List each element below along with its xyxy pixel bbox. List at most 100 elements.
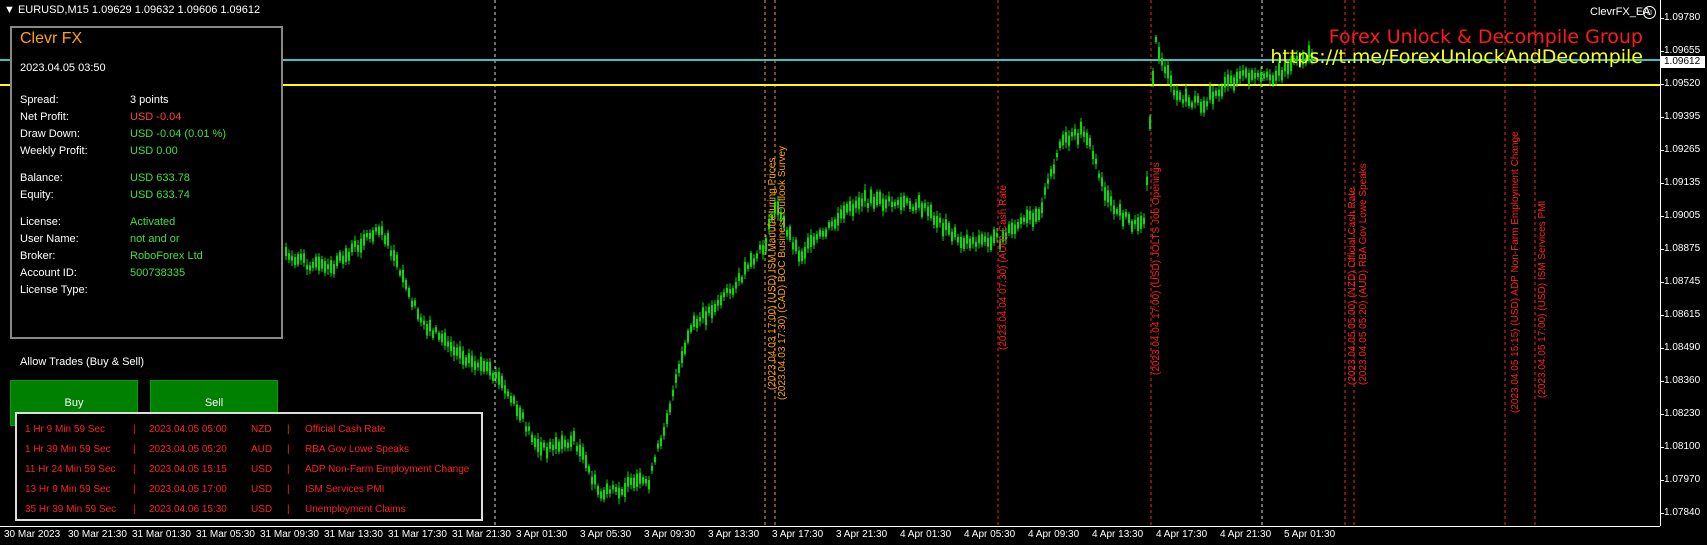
candle-body <box>1137 217 1139 232</box>
candle-body <box>678 364 680 373</box>
candle-body <box>972 236 974 244</box>
event-marker-label: (2023.04.05 17:00) (USD) ISM Services PM… <box>1537 200 1548 398</box>
news-event: ADP Non-Farm Employment Change <box>305 464 470 475</box>
candle-body <box>1122 212 1124 227</box>
candle-body <box>1188 97 1190 106</box>
candle-body <box>324 260 326 273</box>
candle-body <box>1080 121 1082 135</box>
candle-body <box>435 327 437 333</box>
candle-body <box>1140 215 1142 229</box>
candle-body <box>516 404 518 416</box>
candle-body <box>1056 153 1058 158</box>
candle-body <box>633 477 635 488</box>
candle-body <box>1179 92 1181 101</box>
candle-body <box>1152 70 1154 85</box>
promo-link[interactable]: https://t.me/ForexUnlockAndDecompile <box>1270 46 1643 68</box>
candle-body <box>591 476 593 485</box>
panel-row-value: USD -0.04 (0.01 %) <box>130 128 226 140</box>
candle-body <box>873 196 875 209</box>
candle-body <box>360 238 362 253</box>
candle-body <box>495 372 497 379</box>
candle-body <box>528 426 530 431</box>
candle-body <box>1149 116 1151 130</box>
news-countdown: 35 Hr 39 Min 59 Sec <box>25 504 117 515</box>
candle-body <box>339 252 341 261</box>
candle-body <box>936 215 938 228</box>
candle-body <box>801 251 803 262</box>
candle-body <box>597 486 599 495</box>
candle-body <box>1239 71 1241 79</box>
candle-body <box>654 456 656 463</box>
candle-body <box>699 317 701 322</box>
panel-row-label: License Type: <box>20 284 88 296</box>
candle-body <box>627 476 629 487</box>
candle-body <box>897 199 899 206</box>
price-label: 1.09005 <box>1664 210 1701 221</box>
candle-body <box>1218 89 1220 97</box>
candle-body <box>1035 208 1037 222</box>
candle-body <box>645 478 647 484</box>
candle-body <box>1185 88 1187 102</box>
candle-body <box>954 227 956 238</box>
candle-body <box>540 442 542 456</box>
candle-body <box>366 233 368 238</box>
time-label: 31 Mar 21:30 <box>452 529 511 540</box>
candle-body <box>309 265 311 271</box>
candle-body <box>1134 219 1136 225</box>
candle-body <box>450 342 452 352</box>
candle-body <box>513 396 515 404</box>
news-event: ISM Services PMI <box>305 484 385 495</box>
candle-body <box>876 191 878 206</box>
symbol-quote: EURUSD,M15 1.09629 1.09632 1.09606 1.096… <box>17 4 261 16</box>
news-event: RBA Gov Lowe Speaks <box>305 444 409 455</box>
candle-body <box>399 270 401 276</box>
candle-body <box>1011 222 1013 235</box>
news-time: 2023.04.06 15:30 <box>149 504 227 515</box>
candle-body <box>843 205 845 219</box>
candle-body <box>957 236 959 243</box>
price-label: 1.08490 <box>1664 342 1701 353</box>
candle-body <box>945 219 947 230</box>
time-label: 31 Mar 05:30 <box>196 529 255 540</box>
candle-body <box>468 353 470 363</box>
ea-name[interactable]: ClevrFX_EA <box>1590 6 1651 18</box>
candle-body <box>1050 168 1052 177</box>
candle-body <box>693 315 695 327</box>
candle-body <box>471 355 473 368</box>
candle-body <box>1248 72 1250 86</box>
candle-body <box>558 441 560 452</box>
candle-body <box>942 223 944 237</box>
candle-body <box>432 330 434 339</box>
candle-body <box>357 245 359 252</box>
candle-body <box>759 244 761 250</box>
candle-body <box>552 444 554 451</box>
ea-smiley-icon[interactable]: ☺ <box>1643 6 1656 19</box>
candle-body <box>702 307 704 319</box>
candle-body <box>1065 132 1067 143</box>
time-label: 31 Mar 01:30 <box>132 529 191 540</box>
candle-body <box>294 257 296 266</box>
candle-body <box>750 252 752 267</box>
candle-body <box>855 200 857 209</box>
candle-body <box>753 258 755 265</box>
candle-body <box>1167 65 1169 79</box>
candle-body <box>696 319 698 328</box>
candle-body <box>546 447 548 459</box>
candle-body <box>705 311 707 326</box>
candle-body <box>1212 91 1214 105</box>
candle-body <box>369 232 371 239</box>
candle-body <box>687 330 689 343</box>
candle-body <box>1098 173 1100 178</box>
candle-body <box>738 272 740 281</box>
candle-body <box>330 260 332 273</box>
news-event: Official Cash Rate <box>305 424 386 435</box>
candle-body <box>708 306 710 314</box>
candle-body <box>543 442 545 448</box>
news-currency: USD <box>251 484 273 495</box>
panel-row-label: User Name: <box>20 233 79 245</box>
candle-body <box>348 251 350 261</box>
candle-body <box>1095 158 1097 165</box>
candle-body <box>462 350 464 365</box>
candle-body <box>1125 211 1127 217</box>
candle-body <box>327 264 329 270</box>
